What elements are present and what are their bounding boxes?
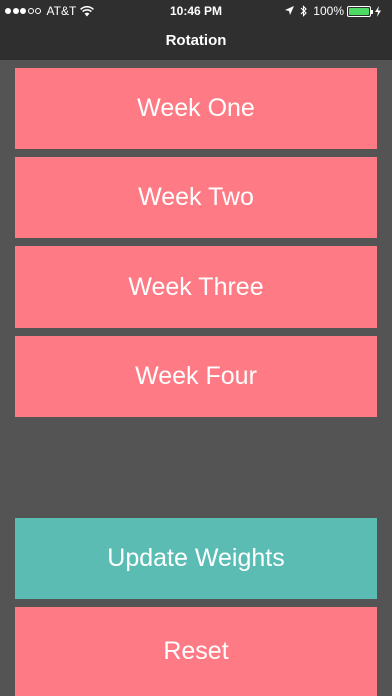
page-title: Rotation [165,32,227,49]
charging-icon [375,5,381,17]
week-two-label: Week Two [138,183,254,211]
battery-level [349,7,369,15]
update-weights-label: Update Weights [107,544,285,572]
reset-button[interactable]: Reset [15,607,377,696]
week-one-button[interactable]: Week One [15,68,377,149]
week-three-label: Week Three [128,272,264,301]
bluetooth-icon [300,5,308,17]
update-weights-button[interactable]: Update Weights [15,518,377,599]
week-four-button[interactable]: Week Four [15,336,377,417]
battery-icon [347,5,373,17]
week-four-label: Week Four [135,362,257,390]
status-right: 100% [285,4,387,18]
reset-label: Reset [163,637,229,665]
week-three-button[interactable]: Week Three [15,246,377,328]
nav-bar: Rotation [0,22,392,60]
location-arrow-icon [285,6,295,15]
battery-percent: 100% [313,4,344,18]
week-one-label: Week One [137,94,255,122]
status-bar: AT&T 10:46 PM 100% [0,0,392,22]
week-two-button[interactable]: Week Two [15,157,377,238]
